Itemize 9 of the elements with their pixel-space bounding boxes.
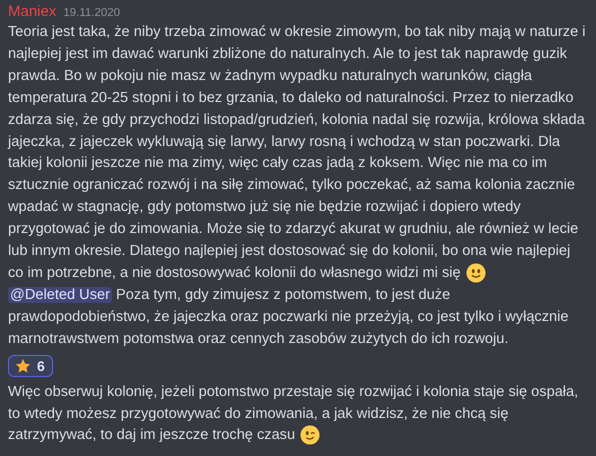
smiley-icon — [466, 262, 486, 283]
author-name: Maniex — [8, 3, 56, 20]
message-text: Teoria jest taka, że niby trzeba zimować w okresie zimowym, bo tak niby mają w naturze i najlepiej jest im dawać warunki zbliżone do naturalnych. Ale to jest tak naprawdę guzik prawda. Bo w pokoju nie masz w żadnym wypadku naturalnych warunków, ciągła temperatura 20-25 stopni i to bez grzania, to daleko od naturalności. Przez to nierzadko zdarza się, że gdy przychodzi listopad/grudzień, kolonia nadal się rozwija, królowa składa jajeczka, z jajeczek wykluwają się larwy, larwy rosną i wchodzą w stan poczwarki. Dla takiej kolonii jeszcze nie ma zimy, więc cały czas jadą z koksem. Więc nie ma co im sztucznie ograniczać rozwój i na siłę zimować, tylko poczekać, aż sama kolonia zacznie wpadać w stagnację, gdy potomstwo już się nie będzie rozwijać i dopiero wtedy przygotować je do zimowania. Może się to zdarzyć akurat w grudniu, ale również w lecie lub innym okresie. Dlatego najlepiej jest dostosować się do kolonii, bo ona wie najlepiej co im potrzebne, a nie dostosowywać kolonii do własnego widzi mi się @Deleted User Poza tym, gdy zimujesz z potomstwem, to jest duże prawdopodobieństwo, że jajeczka oraz poczwarki nie przeżyją, co jest tylko i wyłącznie marnotrawstwem potomstwa oraz cennych zasobów zużytych do ich rozwoju. — [8, 23, 586, 349]
winking-face-icon — [300, 425, 320, 446]
reaction-button[interactable]: 6 — [8, 354, 53, 377]
star-icon — [15, 358, 31, 374]
message-text: Więc obserwuj kolonię, jeżeli potomstwo przestaje się rozwijać i kolonia staje się ospała, to wtedy możesz przygotowywać do zimowania, a jak widzisz, że nie chcą się zatrzymywać, to daj im jeszcze trochę czasu — [8, 382, 580, 448]
user-mention[interactable]: @Deleted User — [8, 286, 112, 303]
timestamp: 19.11.2020 — [63, 7, 120, 19]
